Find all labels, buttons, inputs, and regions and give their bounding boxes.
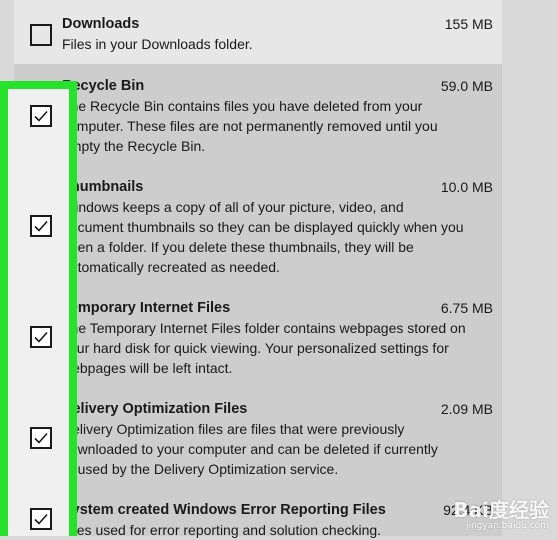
item-description: The Temporary Internet Files folder cont…	[62, 318, 494, 378]
description-line: automatically recreated as needed.	[62, 259, 280, 275]
item-title: System created Windows Error Reporting F…	[62, 502, 386, 518]
description-line: Files used for error reporting and solut…	[62, 522, 382, 538]
description-line: unused by the Delivery Optimization serv…	[62, 461, 339, 477]
description-line: Delivery Optimization files are files th…	[62, 421, 405, 437]
item-size: 2.09 MB	[440, 401, 493, 417]
checkmark-icon	[34, 220, 48, 232]
downloads-checkbox[interactable]	[30, 24, 52, 46]
baidu-watermark: Bai度经验 jingyan.baidu.com	[453, 499, 549, 532]
description-line: The Temporary Internet Files folder cont…	[62, 320, 466, 336]
checkbox-highlight-inner	[8, 89, 69, 536]
item-title: Downloads	[62, 16, 140, 32]
description-line: open a folder. If you delete these thumb…	[62, 239, 414, 255]
thumbnails-checkbox[interactable]	[30, 215, 52, 237]
watermark-logo-text: Bai度经验	[453, 498, 549, 522]
delivery-optimization-files-checkbox[interactable]	[30, 427, 52, 449]
item-size: 10.0 MB	[440, 179, 493, 195]
watermark-url: jingyan.baidu.com	[465, 521, 549, 531]
description-line: Windows keeps a copy of all of your pict…	[62, 199, 404, 215]
checkmark-icon	[34, 432, 48, 444]
item-size: 6.75 MB	[440, 300, 493, 316]
item-description: The Recycle Bin contains files you have …	[62, 96, 494, 156]
item-description: Windows keeps a copy of all of your pict…	[62, 197, 494, 277]
item-description: Files in your Downloads folder.	[62, 34, 494, 54]
checkbox-highlight	[0, 81, 77, 536]
recycle-bin-checkbox[interactable]	[30, 105, 52, 127]
windows-error-reporting-checkbox[interactable]	[30, 508, 52, 530]
description-line: Files in your Downloads folder.	[62, 36, 253, 52]
item-title: Temporary Internet Files	[62, 300, 231, 316]
description-line: your hard disk for quick viewing. Your p…	[62, 340, 449, 356]
description-line: document thumbnails so they can be displ…	[62, 219, 464, 235]
checkmark-icon	[34, 331, 48, 343]
checkmark-icon	[34, 110, 48, 122]
item-description: Files used for error reporting and solut…	[62, 520, 494, 540]
item-size: 155 MB	[444, 16, 493, 32]
description-line: computer. These files are not permanentl…	[62, 118, 438, 134]
checkmark-icon	[34, 513, 48, 525]
item-title: Delivery Optimization Files	[62, 401, 248, 417]
description-line: downloaded to your computer and can be d…	[62, 441, 438, 457]
item-description: Delivery Optimization files are files th…	[62, 419, 494, 479]
temporary-internet-files-checkbox[interactable]	[30, 326, 52, 348]
description-line: webpages will be left intact.	[62, 360, 233, 376]
item-size: 59.0 MB	[440, 78, 493, 94]
description-line: The Recycle Bin contains files you have …	[62, 98, 423, 114]
description-line: empty the Recycle Bin.	[62, 138, 206, 154]
